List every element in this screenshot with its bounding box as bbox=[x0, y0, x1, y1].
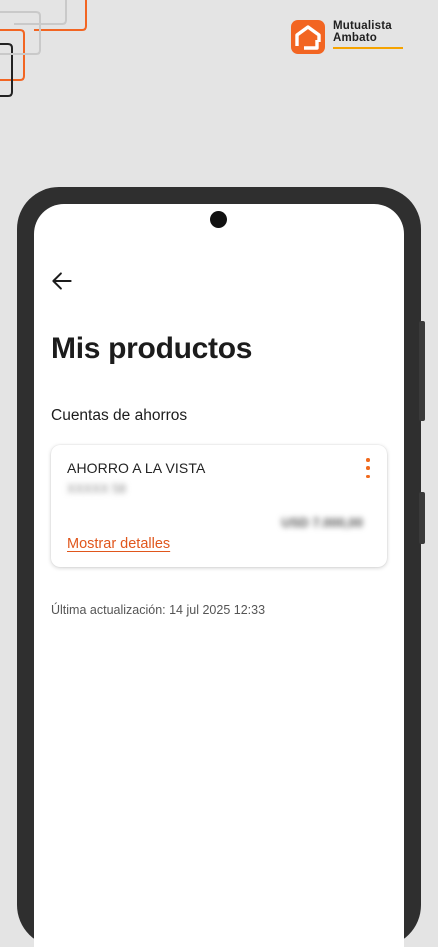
brand-underline bbox=[333, 47, 403, 49]
decorative-lines bbox=[0, 0, 87, 97]
account-card[interactable]: AHORRO A LA VISTA XXXXX 58 USD 7.000,00 … bbox=[51, 445, 387, 567]
section-title-savings: Cuentas de ahorros bbox=[51, 407, 188, 424]
last-update-text: Última actualización: 14 jul 2025 12:33 bbox=[51, 603, 266, 617]
brand-name-line1: Mutualista bbox=[333, 20, 392, 32]
more-vertical-icon[interactable] bbox=[357, 456, 379, 480]
phone-screen: Mis productos Cuentas de ahorros AHORRO … bbox=[34, 204, 404, 947]
arrow-left-icon[interactable] bbox=[49, 268, 75, 294]
account-number-masked: XXXXX 58 bbox=[67, 482, 127, 496]
phone-frame: Mis productos Cuentas de ahorros AHORRO … bbox=[17, 187, 425, 947]
show-details-link[interactable]: Mostrar detalles bbox=[67, 536, 170, 552]
front-camera bbox=[210, 211, 227, 228]
phone-power-button bbox=[419, 492, 425, 544]
account-name: AHORRO A LA VISTA bbox=[67, 460, 206, 476]
phone-volume-button bbox=[419, 321, 425, 421]
brand-header: Mutualista Ambato bbox=[291, 20, 403, 54]
account-balance-masked: USD 7.000,00 bbox=[281, 515, 363, 530]
brand-name-line2: Ambato bbox=[333, 32, 378, 44]
mutualista-logo-icon bbox=[291, 20, 325, 54]
page-title: Mis productos bbox=[51, 332, 253, 365]
